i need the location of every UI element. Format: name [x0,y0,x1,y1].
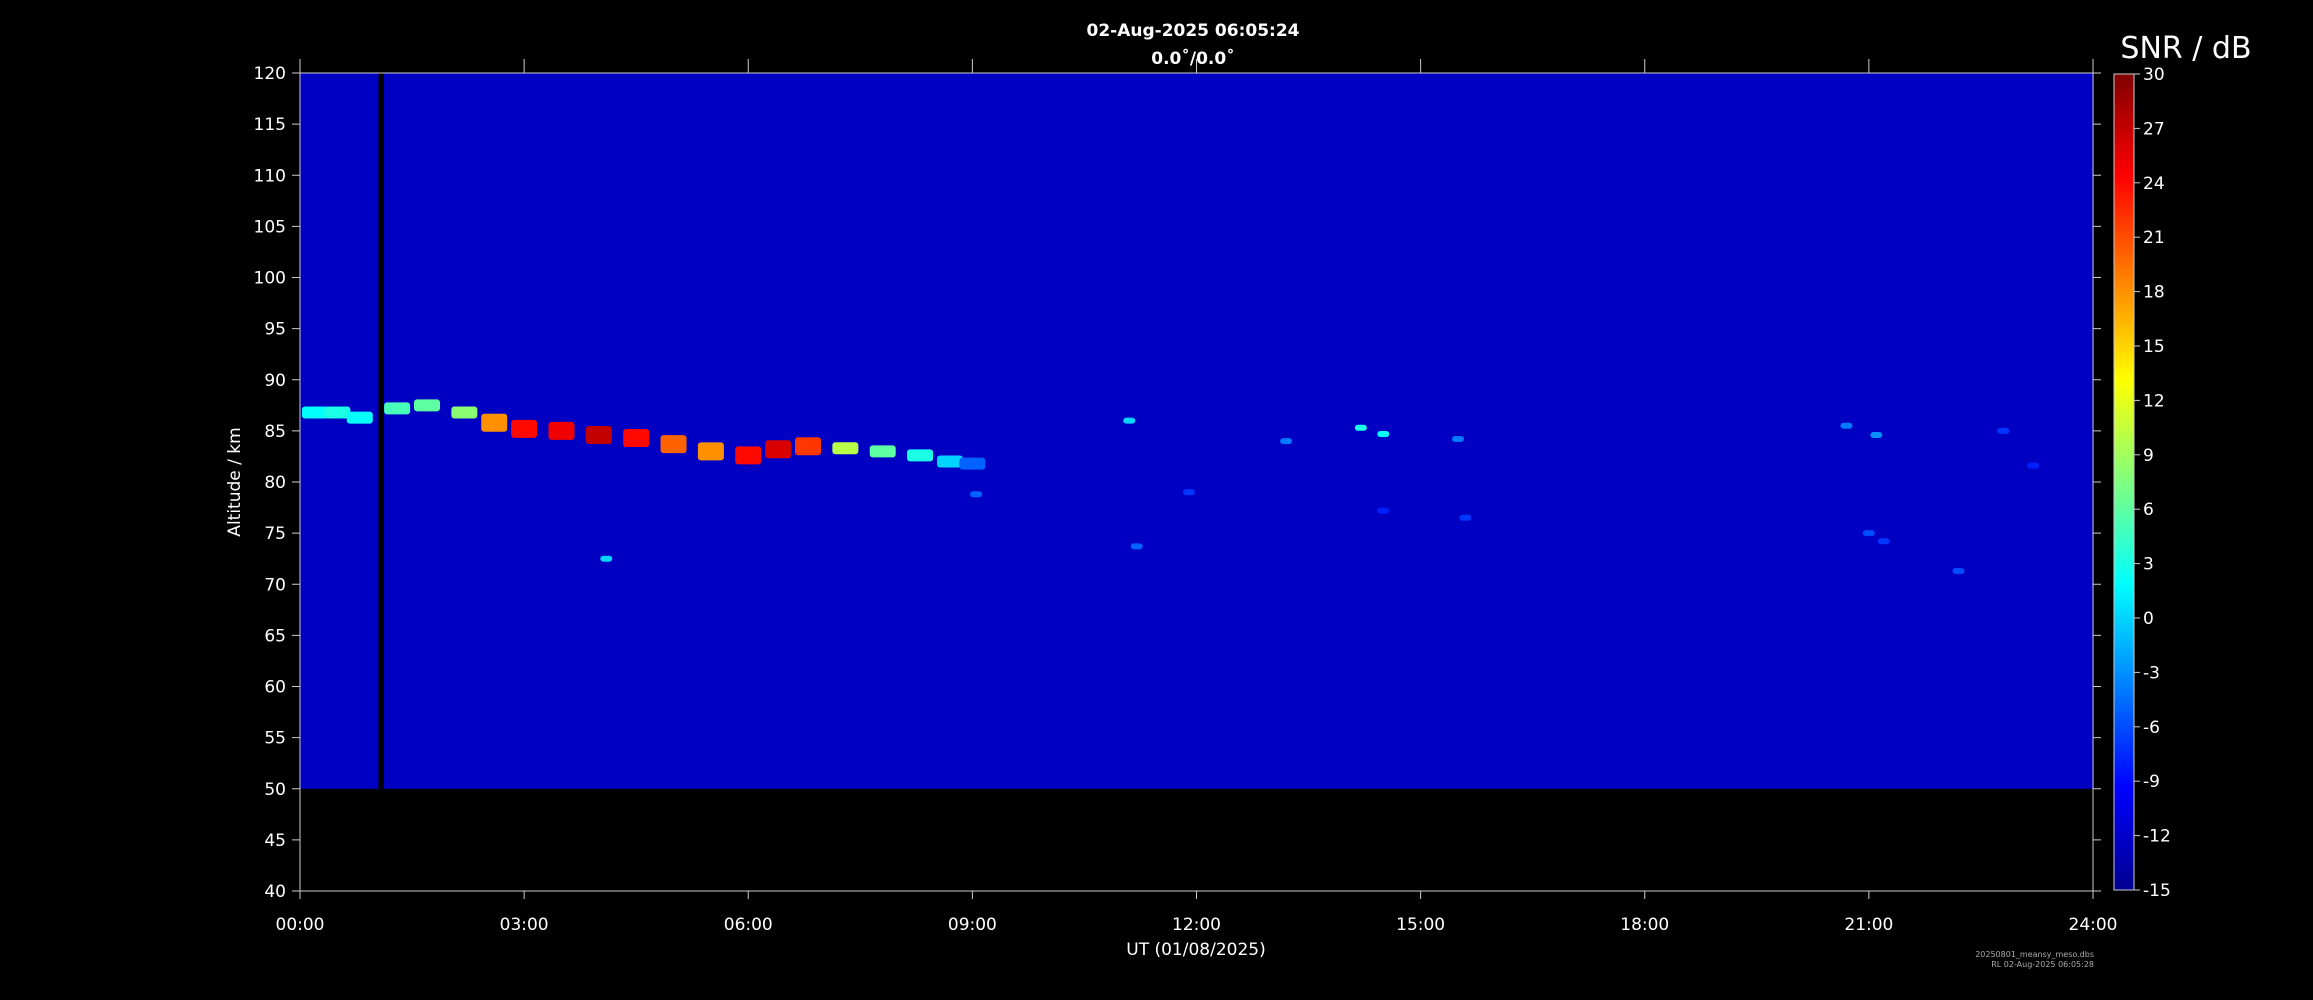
colorbar-tick-label: 0 [2143,609,2154,629]
echo-cell [1451,436,1464,443]
colorbar-tick-label: 3 [2143,555,2154,575]
x-tick-label: 09:00 [948,915,997,935]
y-tick-label: 85 [264,422,286,442]
y-tick-label: 75 [264,524,286,544]
footnote-timestamp: RL 02-Aug-2025 06:05:28 [1991,960,2094,969]
y-tick-label: 40 [264,882,286,902]
echo-cell [1877,538,1890,545]
echo-cell [832,442,859,455]
echo-cell [324,406,351,419]
echo-cell [585,425,612,444]
echo-cell [414,399,441,412]
echo-cell [697,442,724,461]
y-tick-label: 115 [254,115,286,135]
data-gap-stripe [378,73,384,789]
echo-cell [660,435,687,454]
footnote-file: 20250801_meansy_meso.dbs [1975,950,2094,959]
echo-cell [869,445,896,458]
colorbar-tick-label: 27 [2143,119,2165,139]
echo-cell [795,437,822,456]
colorbar-tick-label: 12 [2143,391,2165,411]
colorbar-tick-label: -3 [2143,663,2160,683]
echo-cell [959,457,986,470]
colorbar-tick-label: 30 [2143,65,2165,85]
colorbar-tick-label: 21 [2143,228,2165,248]
y-tick-label: 50 [264,780,286,800]
y-tick-label: 80 [264,473,286,493]
y-tick-label: 60 [264,678,286,698]
y-tick-label: 120 [254,64,286,84]
y-tick-label: 65 [264,626,286,646]
echo-cell [1459,514,1472,521]
colorbar-tick-label: -6 [2143,718,2160,738]
colorbar-ticks: -15 -12 -9 -6 -3 0 3 6 9 12 15 18 21 24 27 30 [2134,65,2171,901]
y-tick-label: 100 [254,269,286,289]
colorbar-tick-label: 18 [2143,283,2165,303]
radar-snr-chart: 02-Aug-2025 06:05:24 0.0˚/0.0˚ 40 45 50 55 6… [225,21,2252,969]
x-tick-label: 03:00 [500,915,549,935]
echo-cell [1377,507,1390,514]
echo-cell [765,440,792,459]
x-tick-label: 15:00 [1396,915,1445,935]
colorbar [2113,73,2135,891]
echo-cell [511,419,538,438]
echo-cell [1280,438,1293,445]
x-tick-label: 06:00 [724,915,773,935]
echo-cell [548,421,575,440]
x-tick-label: 21:00 [1844,915,1893,935]
y-tick-label: 105 [254,217,286,237]
colorbar-tick-label: 15 [2143,337,2165,357]
echo-cell [1997,427,2010,434]
colorbar-tick-label: 6 [2143,500,2154,520]
echo-cell [1952,567,1965,574]
echo-cell [1840,422,1853,429]
x-tick-label: 24:00 [2069,915,2118,935]
echo-cell [451,406,478,419]
y-tick-label: 110 [254,166,286,186]
echo-cell [1183,489,1196,496]
colorbar-tick-label: -9 [2143,772,2160,792]
y-tick-label: 90 [264,371,286,391]
colorbar-label: SNR / dB [2120,31,2251,66]
colorbar-tick-label: -12 [2143,827,2171,847]
echo-cell [600,555,613,562]
chart-subtitle: 0.0˚/0.0˚ [1151,47,1234,69]
x-tick-label: 18:00 [1620,915,1669,935]
colorbar-tick-label: 9 [2143,446,2154,466]
echo-cell [1862,530,1875,537]
x-tick-label: 00:00 [276,915,325,935]
x-tick-label: 12:00 [1172,915,1221,935]
echo-cell [735,446,762,465]
echo-cell [1870,431,1883,438]
echo-cell [907,449,934,462]
echo-cell [936,455,963,468]
echo-cell [2027,462,2040,469]
y-axis-label: Altitude / km [225,427,245,536]
chart-title: 02-Aug-2025 06:05:24 [1087,21,1300,41]
echo-cell [970,491,983,498]
echo-cell [1377,430,1390,437]
echo-cell [1130,543,1143,550]
y-tick-label: 95 [264,320,286,340]
echo-cell [346,411,373,424]
y-tick-label: 45 [264,831,286,851]
y-tick-label: 70 [264,575,286,595]
y-tick-label: 55 [264,729,286,749]
echo-cell [301,406,328,419]
echo-cell [623,429,650,448]
echo-cell [481,413,508,432]
echo-cell [384,402,411,415]
x-axis-label: UT (01/08/2025) [1126,940,1265,960]
echo-cell [1354,424,1367,431]
colorbar-tick-label: -15 [2143,881,2171,901]
echo-cell [1123,417,1136,424]
colorbar-tick-label: 24 [2143,174,2165,194]
